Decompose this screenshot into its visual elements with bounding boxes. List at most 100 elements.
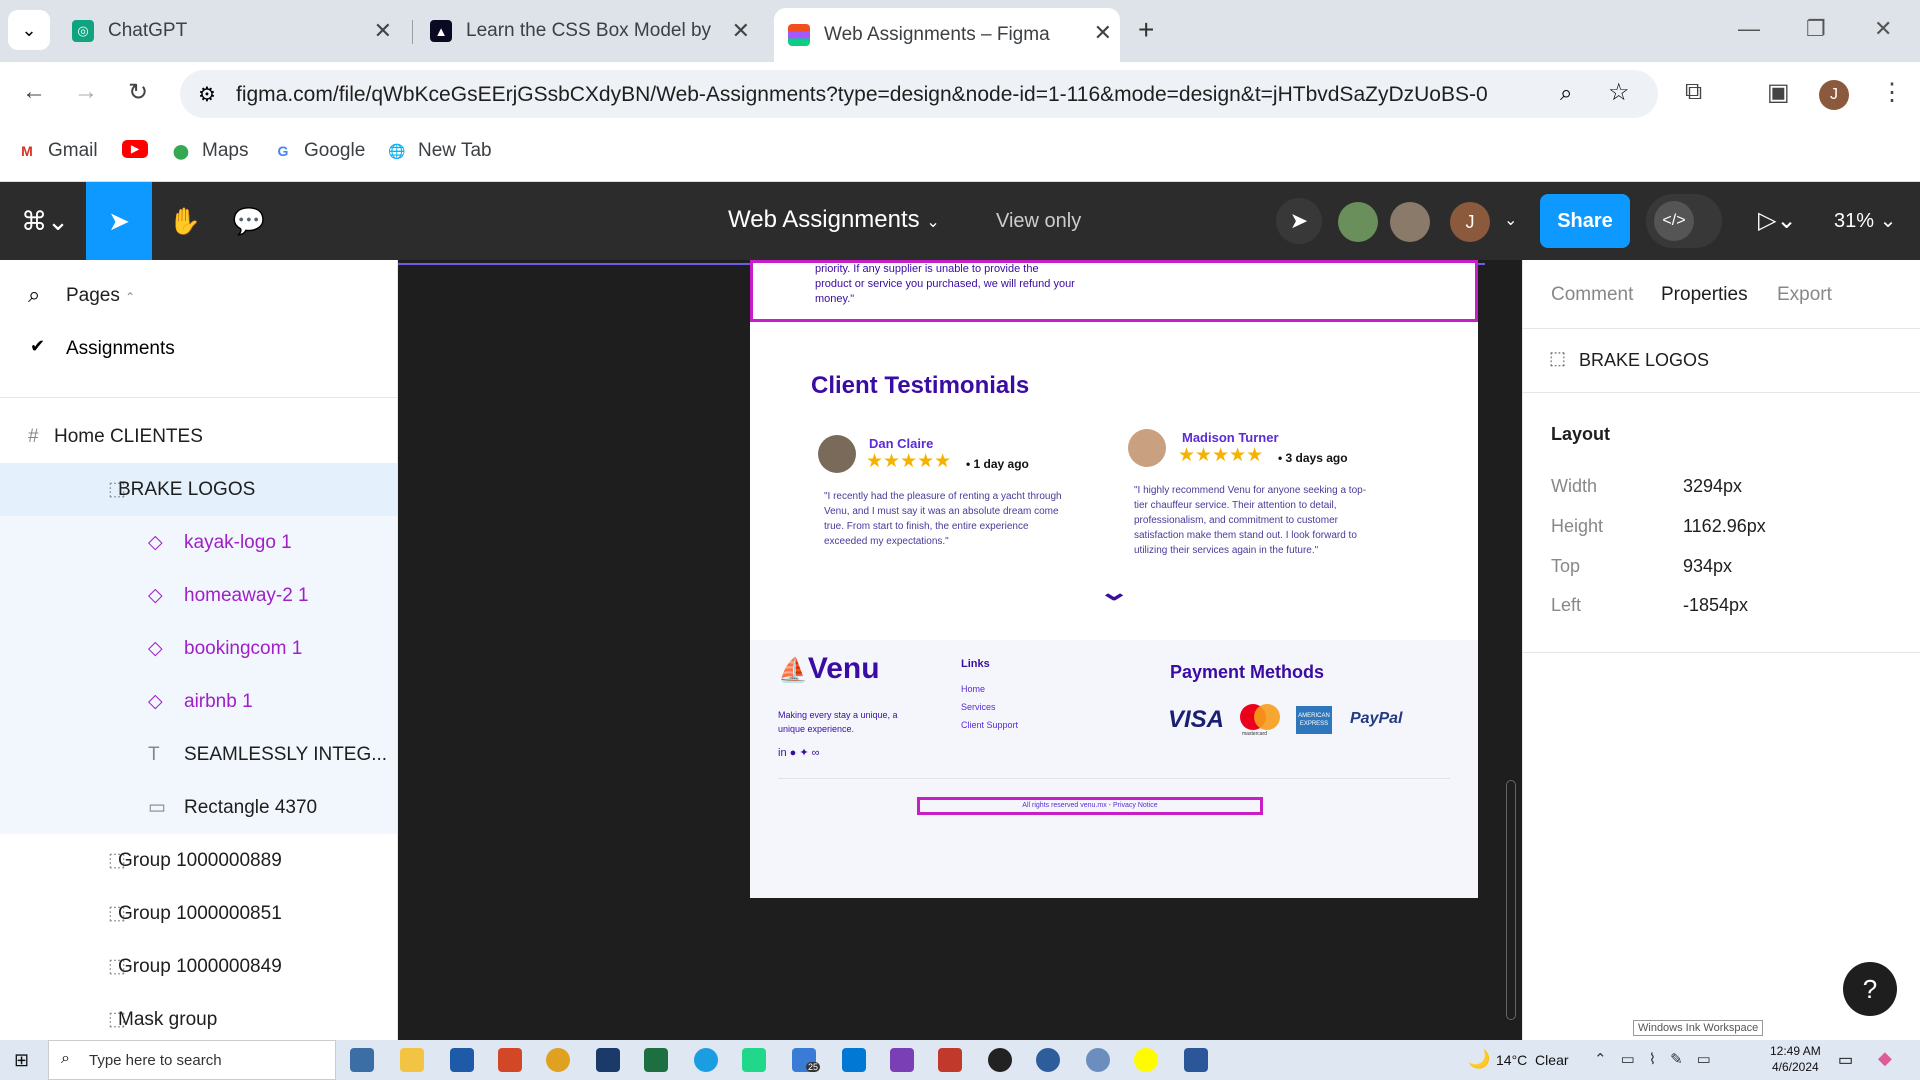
zoom-level[interactable]: 31% ⌄ — [1834, 208, 1896, 233]
snapchat-icon[interactable] — [1134, 1048, 1158, 1072]
start-icon[interactable]: ⊞ — [14, 1050, 29, 1071]
layer-row[interactable]: ⬚ Group 1000000889 — [0, 834, 397, 887]
menu-icon[interactable]: ⋮ — [1880, 78, 1904, 107]
notification-icon[interactable]: ▭ — [1838, 1050, 1853, 1070]
share-button[interactable]: Share — [1540, 194, 1630, 248]
media-icon[interactable] — [938, 1048, 962, 1072]
side-panel-icon[interactable]: ▣ — [1767, 78, 1790, 107]
app-icon[interactable] — [1036, 1048, 1060, 1072]
height-label: Height — [1551, 516, 1604, 536]
comment-tool-icon[interactable]: 💬 — [216, 182, 282, 260]
word-icon[interactable] — [1184, 1048, 1208, 1072]
chevron-down-icon[interactable]: ⌄ — [1504, 210, 1517, 230]
figma-menu-icon[interactable]: ⌘⌄ — [10, 182, 80, 260]
clock[interactable]: 12:49 AM 4/6/2024 — [1770, 1043, 1821, 1075]
r-icon[interactable] — [1086, 1048, 1110, 1072]
forward-icon[interactable]: → — [74, 78, 98, 106]
taskbar-search[interactable]: ⌕ Type here to search — [48, 1040, 336, 1080]
height-value: 1162.96px — [1683, 516, 1766, 536]
dev-mode-toggle[interactable]: </> — [1646, 194, 1722, 248]
tab-comment[interactable]: Comment — [1551, 284, 1633, 306]
chatgpt-icon: ◎ — [72, 20, 94, 42]
file-name[interactable]: Web Assignments ⌄ — [728, 206, 940, 234]
close-icon[interactable]: ✕ — [732, 18, 750, 44]
play-icon[interactable]: ▷⌄ — [1758, 206, 1797, 235]
zoom-icon[interactable]: ⌕ — [1560, 80, 1572, 106]
visual-studio-icon[interactable] — [890, 1048, 914, 1072]
layer-row[interactable]: ⬚ Mask group — [0, 993, 397, 1046]
ink-workspace-tooltip: Windows Ink Workspace — [1633, 1020, 1764, 1036]
bookmark-google[interactable]: G Google — [272, 140, 366, 162]
copilot-icon[interactable]: ◆ — [1878, 1048, 1892, 1069]
bookmark-maps[interactable]: ⬤ Maps — [170, 140, 248, 162]
pages-header[interactable]: Pages ⌃ — [66, 285, 135, 307]
links-title: Links — [961, 658, 990, 670]
layer-row[interactable]: ⬚ Group 1000000851 — [0, 887, 397, 940]
layer-name: airbnb 1 — [184, 690, 253, 712]
layer-row[interactable]: ▭ Rectangle 4370 — [0, 781, 397, 834]
minimize-icon[interactable]: — — [1738, 16, 1760, 42]
tab-css-box-model[interactable]: ▲ Learn the CSS Box Model by Bu ✕ — [418, 10, 758, 52]
vertical-scrollbar[interactable] — [1506, 780, 1516, 1020]
reload-icon[interactable]: ↻ — [128, 78, 148, 107]
close-icon[interactable]: ✕ — [1094, 20, 1112, 46]
gmail-icon: M — [21, 143, 33, 159]
chrome-icon[interactable] — [546, 1048, 570, 1072]
layer-row[interactable]: ◇ airbnb 1 — [0, 675, 397, 728]
bookmark-youtube[interactable]: ▶ — [122, 140, 158, 158]
tray-icons[interactable]: ⌃▭⌇✎▭ — [1594, 1050, 1725, 1068]
help-button[interactable]: ? — [1843, 962, 1897, 1016]
layer-row[interactable]: ⬚ Group 1000000849 — [0, 940, 397, 993]
site-info-icon[interactable]: ⚙ — [198, 82, 216, 107]
tab-properties[interactable]: Properties — [1661, 284, 1748, 306]
home-clientes-frame[interactable]: priority. If any supplier is unable to p… — [750, 260, 1478, 898]
review-age: • 1 day ago — [966, 457, 1029, 471]
tab-export[interactable]: Export — [1777, 284, 1832, 306]
close-icon[interactable]: ✕ — [374, 18, 392, 44]
hand-tool-icon[interactable]: ✋ — [152, 182, 218, 260]
restore-icon[interactable]: ❐ — [1806, 16, 1826, 42]
edge-icon[interactable] — [694, 1048, 718, 1072]
tab-chatgpt[interactable]: ◎ ChatGPT ✕ — [60, 10, 400, 52]
avatar — [818, 435, 856, 473]
properties-panel: Comment Properties Export ⬚ BRAKE LOGOS … — [1522, 260, 1920, 1040]
file-explorer-icon[interactable] — [400, 1048, 424, 1072]
layer-row[interactable]: ◇ bookingcom 1 — [0, 622, 397, 675]
app-icon[interactable] — [988, 1048, 1012, 1072]
chevron-down-icon[interactable]: ⌄ — [1098, 578, 1130, 607]
tab-search-button[interactable]: ⌄ — [8, 10, 50, 50]
collaborator-avatar-1[interactable] — [1338, 202, 1378, 242]
close-window-icon[interactable]: ✕ — [1874, 16, 1892, 42]
pycharm-icon[interactable] — [742, 1048, 766, 1072]
layer-row[interactable]: ◇ homeaway-2 1 — [0, 569, 397, 622]
omnibox[interactable]: ⚙ figma.com/file/qWbKceGsEErjGSsbCXdyBN/… — [180, 70, 1658, 118]
layer-row[interactable]: # Home CLIENTES — [0, 410, 397, 463]
vscode-icon[interactable] — [842, 1048, 866, 1072]
user-avatar[interactable]: J — [1450, 202, 1490, 242]
new-tab-icon[interactable]: + — [1138, 14, 1154, 46]
payment-title: Payment Methods — [1170, 662, 1325, 682]
layer-row[interactable]: ◇ kayak-logo 1 — [0, 516, 397, 569]
store-icon[interactable] — [350, 1048, 374, 1072]
dev-icon[interactable] — [596, 1048, 620, 1072]
design-canvas[interactable]: priority. If any supplier is unable to p… — [398, 260, 1522, 1040]
mail-icon[interactable]: 25 — [792, 1048, 821, 1072]
bookmark-new-tab[interactable]: 🌐 New Tab — [386, 140, 491, 162]
page-assignments[interactable]: Assignments — [66, 338, 175, 360]
excel-icon[interactable] — [644, 1048, 668, 1072]
bookmark-gmail[interactable]: M Gmail — [16, 140, 97, 162]
app-icon[interactable] — [450, 1048, 474, 1072]
profile-avatar[interactable]: J — [1819, 80, 1849, 110]
layer-row[interactable]: T SEAMLESSLY INTEG... — [0, 728, 397, 781]
search-icon[interactable]: ⌕ — [28, 282, 40, 308]
back-icon[interactable]: ← — [22, 78, 46, 106]
powerpoint-icon[interactable] — [498, 1048, 522, 1072]
bookmark-star-icon[interactable]: ☆ — [1608, 78, 1630, 107]
tab-figma[interactable]: Web Assignments – Figma ✕ — [774, 8, 1120, 62]
collaborator-avatar-2[interactable] — [1390, 202, 1430, 242]
spotlight-icon[interactable]: ➤ — [1276, 198, 1322, 244]
move-tool-icon[interactable]: ➤ — [86, 182, 152, 260]
copyright-box[interactable]: All rights reserved venu.mx - Privacy No… — [917, 797, 1263, 815]
extensions-icon[interactable]: ⧉ — [1685, 78, 1702, 106]
layer-row[interactable]: ⬚ BRAKE LOGOS — [0, 463, 397, 516]
